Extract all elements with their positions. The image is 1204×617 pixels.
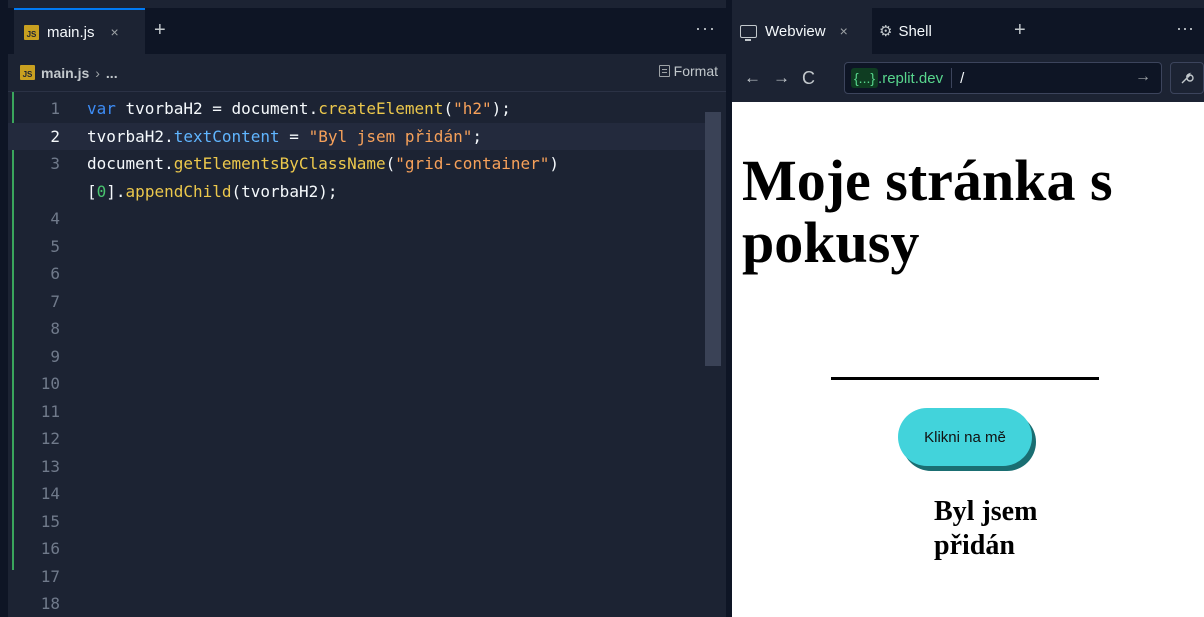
shell-icon: ⚙ [879,23,893,40]
code-line[interactable]: [0].appendChild(tvorbaH2); [8,178,708,206]
go-arrow-icon[interactable]: → [1135,68,1151,86]
code-text: var tvorbaH2 = document.createElement("h… [87,99,511,118]
code-line[interactable]: 6 [8,260,708,288]
line-number: 16 [40,539,60,558]
wrench-icon[interactable] [1170,62,1204,94]
left-strip [0,0,8,617]
line-number: 2 [50,126,60,146]
editor-scrollbar[interactable] [705,112,721,366]
reload-icon[interactable]: C [802,68,815,89]
page-heading: Moje stránka s pokusy [742,148,1113,275]
code-line[interactable]: 8 [8,315,708,343]
line-number: 10 [40,374,60,393]
line-number: 4 [50,209,60,228]
url-domain: .replit.dev [878,69,944,87]
horizontal-rule [831,377,1099,380]
add-tab-button[interactable]: + [1014,20,1026,40]
line-number: 5 [50,236,60,256]
line-number: 15 [40,511,60,531]
preview-tabbar: Webview × ⚙ Shell + ··· [732,8,1204,54]
tab-shell[interactable]: ⚙ Shell [879,8,932,54]
code-text: document.getElementsByClassName("grid-co… [87,154,560,173]
code-line[interactable]: 11 [8,398,708,426]
code-text: [0].appendChild(tvorbaH2); [87,181,338,201]
code-line[interactable]: 5 [8,233,708,261]
line-number: 11 [40,401,60,421]
format-button[interactable]: Format [658,63,718,79]
monitor-icon [740,24,757,41]
line-number: 9 [50,346,60,366]
click-me-button[interactable]: Klikni na mě [898,408,1032,466]
code-line[interactable]: 13 [8,453,708,481]
code-line[interactable]: 18 [8,590,708,617]
line-number: 13 [40,456,60,476]
format-label: Format [673,63,718,79]
line-number: 12 [40,429,60,448]
close-tab-icon[interactable]: × [111,24,119,40]
code-line[interactable]: 2 tvorbaH2.textContent = "Byl jsem přidán… [8,122,708,150]
code-line[interactable]: 14 [8,480,708,508]
code-line[interactable]: 16 [8,535,708,563]
code-line[interactable]: 12 [8,425,708,453]
forward-arrow-icon[interactable]: → [773,68,790,88]
more-options-icon[interactable]: ··· [1176,18,1194,39]
code-line[interactable]: 15 [8,508,708,536]
editor-tabbar: JS main.js × + ··· [8,8,726,54]
code-text: tvorbaH2.textContent = "Byl jsem přidán"… [87,126,482,146]
tab-webview[interactable]: Webview × [732,8,872,54]
line-number: 8 [50,319,60,338]
js-file-icon: JS [20,65,35,80]
tab-main-js[interactable]: JS main.js × [14,8,145,54]
tab-shell-label: Shell [898,22,932,40]
preview-pane: Webview × ⚙ Shell + ··· ← → C {...} .rep… [732,0,1204,617]
line-number: 17 [40,566,60,586]
code-line[interactable]: 10 [8,370,708,398]
close-tab-icon[interactable]: × [840,23,848,39]
code-line[interactable]: 17 [8,563,708,591]
breadcrumb: JS main.js › ... Format [8,54,726,92]
url-input[interactable]: {...} .replit.dev / → [844,62,1162,94]
more-options-icon[interactable]: ··· [695,18,716,39]
line-number: 7 [50,291,60,311]
line-number: 18 [40,594,60,613]
added-heading: Byl jsem přidán [934,496,1038,561]
webview-content: Moje stránka s pokusy Klikni na mě Byl j… [732,102,1204,617]
chevron-right-icon: › [95,64,100,81]
url-bar-row: ← → C {...} .replit.dev / → [732,54,1204,102]
line-number: 1 [50,99,60,118]
line-number: 3 [50,154,60,173]
devtools-badge[interactable]: {...} [851,68,879,88]
code-line[interactable]: 1 var tvorbaH2 = document.createElement("… [8,95,708,123]
url-separator [951,68,953,88]
js-file-icon: JS [24,24,39,40]
format-icon [658,65,670,77]
line-number: 14 [40,484,60,503]
code-line[interactable]: 7 [8,288,708,316]
line-number: 6 [50,264,60,283]
add-tab-button[interactable]: + [154,20,166,40]
breadcrumb-file[interactable]: main.js [41,65,89,81]
url-path[interactable]: / [960,70,964,87]
code-line[interactable]: 9 [8,343,708,371]
tab-label: main.js [47,23,95,41]
breadcrumb-ellipsis[interactable]: ... [106,65,118,81]
code-line[interactable]: 3 document.getElementsByClassName("grid-c… [8,150,708,178]
back-arrow-icon[interactable]: ← [744,68,761,88]
tab-webview-label: Webview [765,22,826,40]
code-editor[interactable]: 1 var tvorbaH2 = document.createElement("… [8,92,726,617]
code-line[interactable]: 4 [8,205,708,233]
